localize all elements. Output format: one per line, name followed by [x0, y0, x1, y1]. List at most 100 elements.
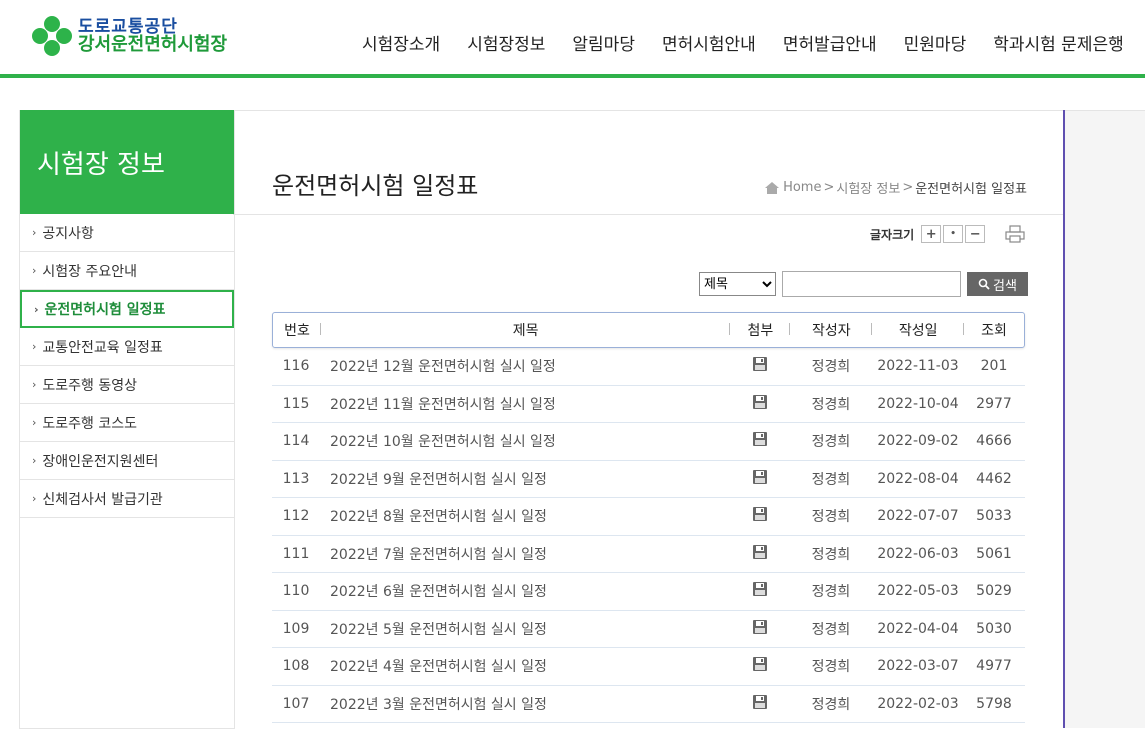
- row-date: 2022-04-04: [877, 620, 959, 637]
- logo-site-name: 강서운전면허시험장: [78, 34, 228, 55]
- content-top-divider: [233, 110, 1145, 111]
- nav-item[interactable]: 시험장소개: [362, 30, 440, 55]
- floppy-disk-icon[interactable]: [752, 431, 768, 447]
- row-date: 2022-02-03: [877, 695, 959, 712]
- font-decrease-button[interactable]: −: [965, 225, 986, 243]
- floppy-disk-icon[interactable]: [752, 356, 768, 372]
- side-nav-item[interactable]: › 교통안전교육 일정표: [20, 328, 234, 366]
- row-num: 111: [282, 545, 310, 562]
- table-row[interactable]: 111 2022년 7월 운전면허시험 실시 일정 정경희 2022-06-03 506…: [272, 536, 1025, 573]
- row-num: 107: [282, 695, 310, 712]
- floppy-disk-icon[interactable]: [752, 544, 768, 560]
- row-title-link[interactable]: 2022년 8월 운전면허시험 실시 일정: [320, 506, 730, 526]
- col-header-file: 첨부: [730, 320, 791, 340]
- chevron-right-icon: ›: [32, 492, 37, 505]
- floppy-disk-icon[interactable]: [752, 506, 768, 522]
- row-writer: 정경희: [811, 659, 851, 676]
- search-button[interactable]: 검색: [967, 272, 1028, 296]
- floppy-disk-icon[interactable]: [752, 619, 768, 635]
- row-date: 2022-05-03: [877, 583, 959, 600]
- row-attachment[interactable]: [730, 544, 790, 564]
- chevron-right-icon: ›: [32, 226, 37, 239]
- side-nav-item[interactable]: › 도로주행 동영상: [20, 366, 234, 404]
- table-row[interactable]: 113 2022년 9월 운전면허시험 실시 일정 정경희 2022-08-04 446…: [272, 461, 1025, 498]
- row-views: 2977: [976, 395, 1012, 412]
- row-views: 5033: [976, 508, 1012, 525]
- breadcrumb-separator: >: [823, 180, 835, 195]
- floppy-disk-icon[interactable]: [752, 394, 768, 410]
- table-row[interactable]: 112 2022년 8월 운전면허시험 실시 일정 정경희 2022-07-07 503…: [272, 498, 1025, 536]
- row-date: 2022-03-07: [877, 658, 959, 675]
- search-icon: [978, 278, 990, 290]
- row-writer: 정경희: [811, 546, 851, 563]
- breadcrumb-home[interactable]: Home: [783, 180, 821, 195]
- row-title-link[interactable]: 2022년 11월 운전면허시험 실시 일정: [320, 394, 730, 414]
- row-attachment[interactable]: [730, 619, 790, 639]
- row-attachment[interactable]: [730, 656, 790, 676]
- row-views: 4666: [976, 433, 1012, 450]
- font-size-label: 글자크기: [870, 227, 915, 242]
- font-reset-button[interactable]: •: [943, 225, 964, 243]
- chevron-right-icon: ›: [34, 302, 39, 316]
- table-row[interactable]: 115 2022년 11월 운전면허시험 실시 일정 정경희 2022-10-04 29…: [272, 386, 1025, 423]
- table-row[interactable]: 109 2022년 5월 운전면허시험 실시 일정 정경희 2022-04-04 503…: [272, 611, 1025, 648]
- floppy-disk-icon[interactable]: [752, 656, 768, 672]
- row-attachment[interactable]: [730, 694, 790, 714]
- row-title-link[interactable]: 2022년 5월 운전면허시험 실시 일정: [320, 619, 730, 639]
- row-date: 2022-08-04: [877, 470, 959, 487]
- row-title-link[interactable]: 2022년 9월 운전면허시험 실시 일정: [320, 469, 730, 489]
- breadcrumb-separator: >: [902, 180, 914, 195]
- row-title-link[interactable]: 2022년 6월 운전면허시험 실시 일정: [320, 581, 730, 601]
- row-attachment[interactable]: [730, 394, 790, 414]
- row-title-link[interactable]: 2022년 12월 운전면허시험 실시 일정: [320, 356, 730, 376]
- floppy-disk-icon[interactable]: [752, 694, 768, 710]
- row-title-link[interactable]: 2022년 10월 운전면허시험 실시 일정: [320, 431, 730, 451]
- row-attachment[interactable]: [730, 581, 790, 601]
- table-row[interactable]: 107 2022년 3월 운전면허시험 실시 일정 정경희 2022-02-03 579…: [272, 686, 1025, 723]
- row-num: 114: [282, 433, 310, 450]
- search-type-select[interactable]: 제목: [699, 272, 776, 296]
- row-attachment[interactable]: [730, 506, 790, 526]
- print-icon[interactable]: [1005, 225, 1025, 243]
- row-title-link[interactable]: 2022년 4월 운전면허시험 실시 일정: [320, 656, 730, 676]
- nav-item[interactable]: 알림마당: [572, 30, 635, 55]
- row-writer: 정경희: [811, 434, 851, 451]
- side-nav-item[interactable]: › 도로주행 코스도: [20, 404, 234, 442]
- side-nav-item[interactable]: › 장애인운전지원센터: [20, 442, 234, 480]
- floppy-disk-icon[interactable]: [752, 469, 768, 485]
- side-nav-item[interactable]: › 시험장 주요안내: [20, 252, 234, 290]
- breadcrumb: Home > 시험장 정보 > 운전면허시험 일정표: [765, 178, 1027, 197]
- row-date: 2022-11-03: [877, 358, 959, 375]
- table-row[interactable]: 116 2022년 12월 운전면허시험 실시 일정 정경희 2022-11-03 20…: [272, 348, 1025, 386]
- chevron-right-icon: ›: [32, 416, 37, 429]
- row-views: 4462: [976, 470, 1012, 487]
- row-attachment[interactable]: [730, 469, 790, 489]
- font-increase-button[interactable]: +: [921, 225, 942, 243]
- table-row[interactable]: 110 2022년 6월 운전면허시험 실시 일정 정경희 2022-05-03 502…: [272, 573, 1025, 611]
- row-title-link[interactable]: 2022년 7월 운전면허시험 실시 일정: [320, 544, 730, 564]
- breadcrumb-current: 운전면허시험 일정표: [915, 182, 1027, 197]
- site-logo[interactable]: 도로교통공단 강서운전면허시험장: [32, 16, 227, 56]
- side-nav-item[interactable]: › 공지사항: [20, 214, 234, 252]
- table-row[interactable]: 108 2022년 4월 운전면허시험 실시 일정 정경희 2022-03-07 497…: [272, 648, 1025, 686]
- row-attachment[interactable]: [730, 356, 790, 376]
- nav-item[interactable]: 민원마당: [904, 30, 967, 55]
- row-views: 5061: [976, 545, 1012, 562]
- row-title-link[interactable]: 2022년 3월 운전면허시험 실시 일정: [320, 694, 730, 714]
- row-views: 5798: [976, 695, 1012, 712]
- floppy-disk-icon[interactable]: [752, 581, 768, 597]
- nav-item[interactable]: 학과시험 문제은행: [993, 30, 1124, 55]
- search-input[interactable]: [782, 271, 961, 297]
- side-nav-item-active[interactable]: › 운전면허시험 일정표: [20, 290, 234, 328]
- table-row[interactable]: 114 2022년 10월 운전면허시험 실시 일정 정경희 2022-09-02 46…: [272, 423, 1025, 461]
- nav-item[interactable]: 면허발급안내: [783, 30, 877, 55]
- row-attachment[interactable]: [730, 431, 790, 451]
- nav-item[interactable]: 시험장정보: [467, 30, 545, 55]
- breadcrumb-level1[interactable]: 시험장 정보: [836, 178, 900, 197]
- nav-item[interactable]: 면허시험안내: [662, 30, 756, 55]
- row-date: 2022-07-07: [877, 508, 959, 525]
- right-border: [1063, 110, 1065, 728]
- side-nav-item[interactable]: › 신체검사서 발급기관: [20, 480, 234, 518]
- row-writer: 정경희: [811, 509, 851, 526]
- schedule-table: 번호 제목 첨부 작성자 작성일 조회 116 2022년 12월 운전면허시험 …: [272, 312, 1025, 723]
